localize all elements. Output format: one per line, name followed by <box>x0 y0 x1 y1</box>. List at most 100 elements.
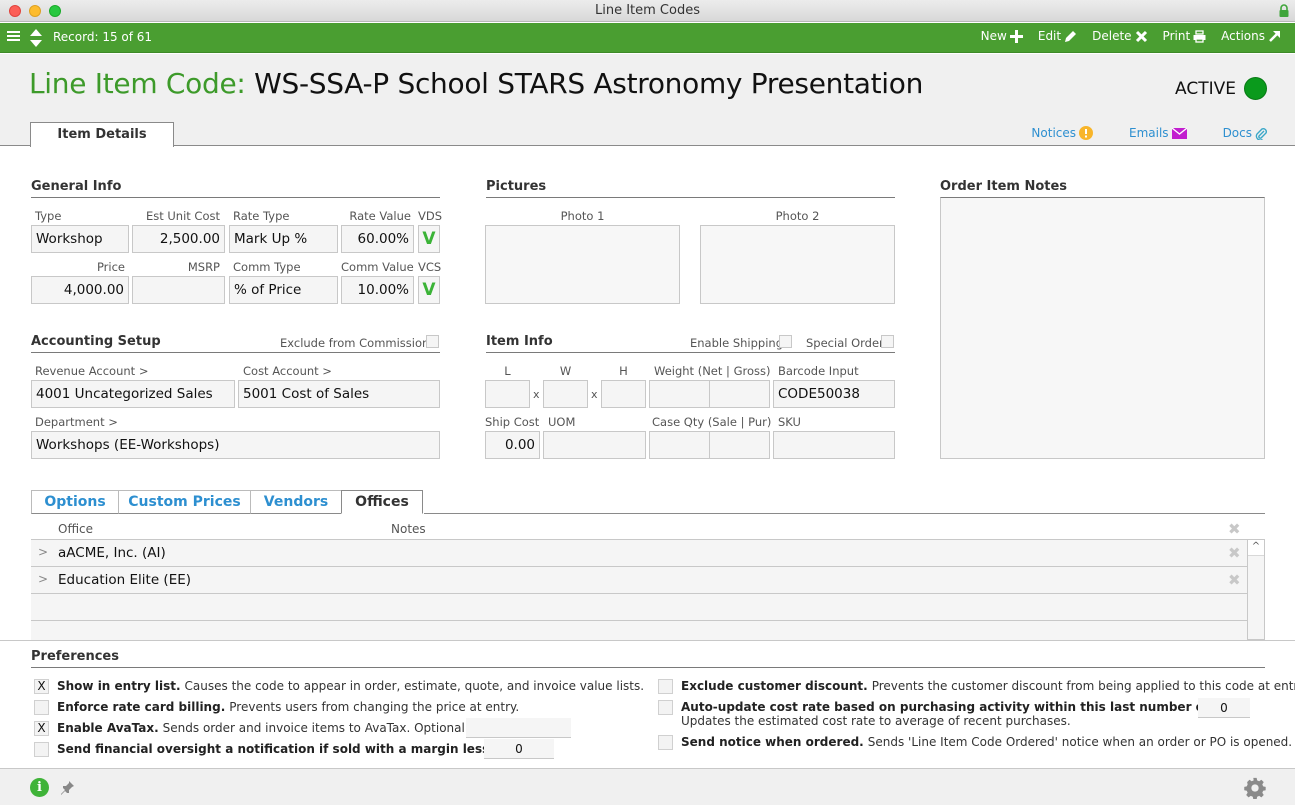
avatax-code-input[interactable] <box>466 718 571 738</box>
empty-row[interactable] <box>31 593 1247 620</box>
sku-field[interactable] <box>773 431 895 459</box>
enforce-rate-card-checkbox[interactable] <box>34 700 49 715</box>
order-item-notes-field[interactable] <box>940 197 1265 459</box>
page-title: Line Item Code: WS-SSA-P School STARS As… <box>29 67 923 100</box>
barcode-field[interactable]: CODE50038 <box>773 380 895 408</box>
info-icon[interactable]: i <box>30 778 49 797</box>
comm-type-field[interactable]: % of Price <box>229 276 338 304</box>
msrp-field[interactable] <box>132 276 225 304</box>
enable-shipping-checkbox[interactable] <box>779 335 792 348</box>
width-field[interactable] <box>543 380 588 408</box>
tab-options[interactable]: Options <box>31 490 119 514</box>
lower-tab-bar: Options Custom Prices Vendors Offices <box>31 490 423 514</box>
auto-update-days-input[interactable]: 0 <box>1198 698 1250 718</box>
send-notice-ordered-checkbox[interactable] <box>658 735 673 750</box>
ship-cost-field[interactable]: 0.00 <box>485 431 540 459</box>
special-order-checkbox[interactable] <box>881 335 894 348</box>
pref-description: Sends 'Line Item Code Ordered' notice wh… <box>867 735 1293 749</box>
vcs-toggle[interactable]: V <box>418 276 440 304</box>
vds-toggle[interactable]: V <box>418 225 440 253</box>
show-in-entry-list-checkbox[interactable]: X <box>34 679 49 694</box>
gear-icon[interactable] <box>1244 777 1266 799</box>
auto-update-cost-checkbox[interactable] <box>658 700 673 715</box>
margin-notification-checkbox[interactable] <box>34 742 49 757</box>
department-label[interactable]: Department > <box>35 415 118 429</box>
price-label: Price <box>96 260 125 274</box>
revenue-account-field[interactable]: 4001 Uncategorized Sales <box>31 380 235 408</box>
type-field[interactable]: Workshop <box>31 225 129 253</box>
pictures-title: Pictures <box>486 179 895 198</box>
exclude-commissions-checkbox[interactable] <box>426 335 439 348</box>
delete-button[interactable]: Delete <box>1092 29 1147 43</box>
price-field[interactable]: 4,000.00 <box>31 276 129 304</box>
weight-net-field[interactable] <box>649 380 710 408</box>
notices-link[interactable]: Notices <box>1031 126 1094 140</box>
empty-row[interactable] <box>31 620 1247 640</box>
case-qty-pur-field[interactable] <box>709 431 770 459</box>
office-name: aACME, Inc. (AI) <box>58 545 166 561</box>
actions-button[interactable]: Actions <box>1221 29 1281 43</box>
revenue-account-label[interactable]: Revenue Account > <box>35 364 148 378</box>
grid-scrollbar[interactable]: ^ <box>1247 539 1265 640</box>
x-icon <box>1135 30 1147 42</box>
dimension-separator: x <box>591 388 598 401</box>
pref-auto-update-cost: Auto-update cost rate based on purchasin… <box>658 700 1253 728</box>
edit-button[interactable]: Edit <box>1038 29 1077 43</box>
record-navigator-icon[interactable] <box>29 28 43 48</box>
tab-item-details[interactable]: Item Details <box>30 122 174 147</box>
edit-label: Edit <box>1037 29 1062 43</box>
case-qty-sale-field[interactable] <box>649 431 710 459</box>
sku-label: SKU <box>778 415 801 429</box>
pref-bold-label: Show in entry list. <box>57 679 181 693</box>
vcs-label: VCS <box>418 260 442 274</box>
envelope-icon <box>1171 127 1187 139</box>
status-indicator-icon <box>1244 77 1267 100</box>
tab-offices[interactable]: Offices <box>341 490 423 514</box>
scroll-up-icon[interactable]: ^ <box>1248 540 1264 556</box>
photo-1-label: Photo 1 <box>560 209 605 223</box>
pref-exclude-customer-discount: Exclude customer discount. Prevents the … <box>658 679 1295 694</box>
delete-row-icon[interactable]: ✖ <box>1228 544 1241 562</box>
printer-icon <box>1193 29 1206 43</box>
title-prefix: Line Item Code: <box>29 67 246 100</box>
expand-chevron-icon[interactable]: > <box>38 545 48 559</box>
pref-bold-label: Auto-update cost rate based on purchasin… <box>681 700 1250 714</box>
cost-account-label[interactable]: Cost Account > <box>243 364 332 378</box>
emails-link[interactable]: Emails <box>1129 126 1187 140</box>
length-field[interactable] <box>485 380 530 408</box>
pin-icon[interactable] <box>60 780 75 795</box>
margin-threshold-input[interactable]: 0 <box>484 739 554 759</box>
pref-send-notice-ordered: Send notice when ordered. Sends 'Line It… <box>658 735 1292 750</box>
pref-enable-avatax: X Enable AvaTax. Sends order and invoice… <box>34 721 502 736</box>
comm-value-field[interactable]: 10.00% <box>341 276 414 304</box>
enable-avatax-checkbox[interactable]: X <box>34 721 49 736</box>
tab-vendors[interactable]: Vendors <box>250 490 342 514</box>
new-button[interactable]: New <box>981 29 1023 43</box>
table-row[interactable]: > Education Elite (EE) ✖ <box>31 566 1247 593</box>
weight-gross-field[interactable] <box>709 380 770 408</box>
tab-custom-prices[interactable]: Custom Prices <box>118 490 251 514</box>
delete-all-icon[interactable]: ✖ <box>1228 520 1241 538</box>
photo-2-slot[interactable] <box>700 225 895 304</box>
uom-field[interactable] <box>543 431 646 459</box>
exclude-customer-discount-checkbox[interactable] <box>658 679 673 694</box>
est-unit-cost-field[interactable]: 2,500.00 <box>132 225 225 253</box>
plus-icon <box>1009 29 1023 43</box>
expand-chevron-icon[interactable]: > <box>38 572 48 586</box>
photo-1-slot[interactable] <box>485 225 680 304</box>
actions-label: Actions <box>1221 29 1265 43</box>
photo-2-label: Photo 2 <box>775 209 820 223</box>
pref-description: Prevents the customer discount from bein… <box>871 679 1295 693</box>
height-field[interactable] <box>601 380 646 408</box>
rate-type-field[interactable]: Mark Up % <box>229 225 338 253</box>
status-badge: ACTIVE <box>1175 77 1267 100</box>
menu-icon[interactable] <box>7 31 20 43</box>
docs-link[interactable]: Docs <box>1223 126 1267 140</box>
table-row[interactable]: > aACME, Inc. (AI) ✖ <box>31 539 1247 566</box>
delete-row-icon[interactable]: ✖ <box>1228 571 1241 589</box>
department-field[interactable]: Workshops (EE-Workshops) <box>31 431 440 459</box>
pref-bold-label: Send notice when ordered. <box>681 735 864 749</box>
cost-account-field[interactable]: 5001 Cost of Sales <box>238 380 440 408</box>
print-button[interactable]: Print <box>1163 29 1207 43</box>
rate-value-field[interactable]: 60.00% <box>341 225 414 253</box>
